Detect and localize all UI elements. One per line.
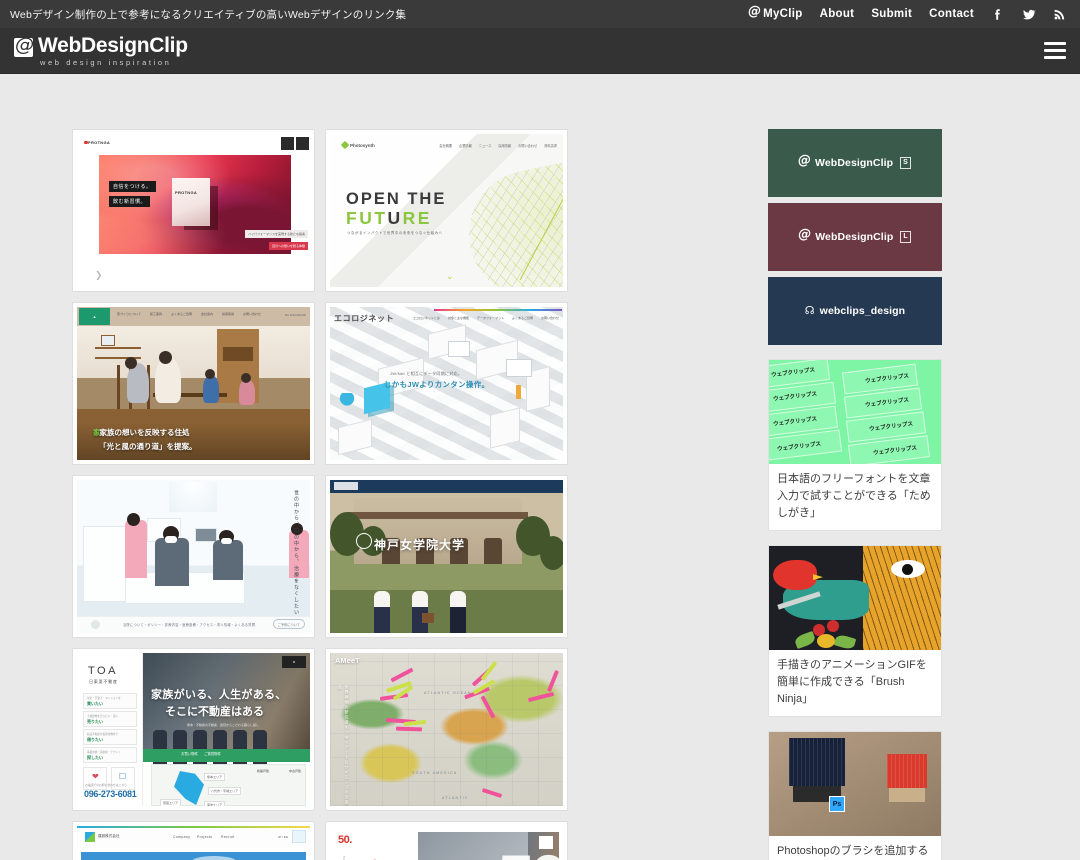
facebook-icon [995,8,1000,20]
chevron-down-icon: ⌄ [446,271,454,281]
thumbnail-photosynth: Photosynth 会社概要 企業情報 ニュース 採用情報 お問い合わせ 資料請求 … [330,134,563,287]
sidebar-article-title: Photoshopのブラシを追加する方法 [777,845,929,858]
gallery-grid: PROTNGA 自信をつける。 飲む新習慣。 PROTNGA ハイパフォーマンス… [0,129,768,860]
sidebar-article-tameshigaki[interactable]: ウェブクリップス ウェブクリップス ウェブクリップス ウェブクリップス ウェブク… [768,359,942,532]
top-navigation: MyClip About Submit Contact [748,5,1066,22]
site-header: WebDesignClip web design inspiration [0,28,1080,74]
company-logo [85,832,95,842]
sidebar-article-title: 日本語のフリーフォントを文章入力で試すことができる「ためしがき」 [777,473,931,520]
brand-tagline: web design inspiration [40,57,172,67]
thumbnail-kobe-college: 神戸女学院大学 [330,480,563,633]
protnga-logo: PROTNGA [83,140,110,145]
clip-logo-icon [748,5,761,20]
house-logo: ⛰ [79,308,110,325]
photoshop-brushes-thumbnail: Ps [769,732,941,837]
college-emblem-icon [356,533,372,549]
thumbnail-dental-clinic: 世の中から、口の中から、治療をなくしたい。 当院について・ポリシー・診療内容・医… [77,480,310,633]
page-body: PROTNGA 自信をつける。 飲む新習慣。 PROTNGA ハイパフォーマンス… [0,74,1080,860]
rss-icon [1054,9,1065,19]
twitter-icon [1023,9,1036,19]
photosynth-logo: Photosynth [340,140,375,150]
nav-myclip-label: MyClip [763,8,803,20]
thumbnail-protnga: PROTNGA 自信をつける。 飲む新習慣。 PROTNGA ハイパフォーマンス… [77,134,310,287]
nav-about[interactable]: About [820,8,855,20]
thumbnail-ameet: ATLANTIC OCEAN SOUTH AMERICA ATLANTIC AM… [330,653,563,806]
thumbnail-ecologinet: エコロジネット エコロジネットとは 対象と主な機能 データフォーマット よくあるご質… [330,307,563,460]
rss-link[interactable] [1053,7,1066,22]
photoshop-badge: Ps [829,796,845,813]
sidebar-article-title: 手描きのアニメーションGIFを簡単に作成できる「Brush Ninja」 [777,659,927,706]
gallery-card-recruit-2019[interactable]: 建設株式会社 Company Projects Recruit JP / EN … [72,821,315,860]
top-utility-bar: Webデザイン制作の上で参考になるクリエイティブの高いWebデザインのリンク集 … [0,0,1080,28]
instagram-glyph-icon: ☊ [804,304,815,317]
gallery-card-ameet[interactable]: ATLANTIC OCEAN SOUTH AMERICA ATLANTIC AM… [325,648,568,811]
illustration-bird-owl-thumbnail [769,546,941,651]
thumbnail-recruit-2019: 建設株式会社 Company Projects Recruit JP / EN … [77,826,310,860]
gallery-card-protnga[interactable]: PROTNGA 自信をつける。 飲む新習慣。 PROTNGA ハイパフォーマンス… [72,129,315,292]
award-badge: ★ [282,656,306,668]
site-tagline: Webデザイン制作の上で参考になるクリエイティブの高いWebデザインのリンク集 [10,8,407,21]
sidebar-article-brush-ninja[interactable]: 手描きのアニメーションGIFを簡単に作成できる「Brush Ninja」 [768,545,942,718]
facebook-link[interactable] [991,7,1005,22]
gallery-card-and-next[interactable]: 50 50. 50th ANNIVERSARY and NEXT 感謝と共にある… [325,821,568,860]
sidebar: WebDesignClip S WebDesignClip L ☊ webcli… [768,129,1080,860]
sidebar-article-photoshop-brushes[interactable]: Ps Photoshopのブラシを追加する方法 [768,731,942,860]
gallery-card-dental-clinic[interactable]: 世の中から、口の中から、治療をなくしたい。 当院について・ポリシー・診療内容・医… [72,475,315,638]
nav-submit[interactable]: Submit [871,8,912,20]
brand-name: WebDesignClip [38,33,188,57]
site-brand[interactable]: WebDesignClip web design inspiration [14,35,188,67]
twitter-link[interactable] [1022,7,1036,22]
gallery-card-photosynth[interactable]: Photosynth 会社概要 企業情報 ニュース 採用情報 お問い合わせ 資料請求 … [325,129,568,292]
gallery-card-family-house[interactable]: ⛰ 家づくりについて 施工事例 よくあるご質問 会社案内 採用情報 お問い合わせ TE… [72,302,315,465]
gallery-card-kobe-college[interactable]: 神戸女学院大学 [325,475,568,638]
gallery-card-toa-fudosan[interactable]: 家族がいる、人生がある、 そこに不動産はある 熊本・不動産の不動産、賃貸からこだ… [72,648,315,811]
thumbnail-toa-fudosan: 家族がいる、人生がある、 そこに不動産はある 熊本・不動産の不動産、賃貸からこだ… [77,653,310,806]
hamburger-menu-icon[interactable] [1044,42,1066,59]
thumbnail-family-house: ⛰ 家づくりについて 施工事例 よくあるご質問 会社案内 採用情報 お問い合わせ TE… [77,307,310,460]
banner-webdesignclip-l[interactable]: WebDesignClip L [768,203,942,271]
gallery-card-ecologinet[interactable]: エコロジネット エコロジネットとは 対象と主な機能 データフォーマット よくあるご質… [325,302,568,465]
nav-contact[interactable]: Contact [929,8,974,20]
clip-logo-icon [798,154,811,169]
nav-myclip[interactable]: MyClip [748,5,803,21]
clip-logo-icon [14,36,34,57]
clip-logo-icon [798,228,811,243]
thumbnail-and-next: 50 50. 50th ANNIVERSARY and NEXT 感謝と共にある… [330,826,563,860]
banner-webclips-design[interactable]: ☊ webclips_design [768,277,942,345]
font-cards-thumbnail: ウェブクリップス ウェブクリップス ウェブクリップス ウェブクリップス ウェブク… [769,360,941,464]
banner-webdesignclip-s[interactable]: WebDesignClip S [768,129,942,197]
